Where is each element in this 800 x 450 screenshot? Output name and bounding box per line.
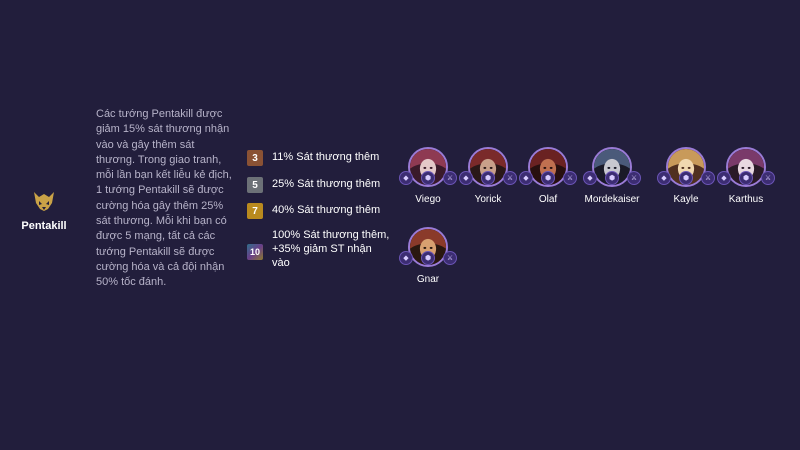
sword-icon[interactable]: ⚔ bbox=[701, 171, 715, 185]
champion-item-slots: ◆ ⬢ ⚔ bbox=[399, 171, 457, 185]
pentakill-helmet-icon bbox=[34, 192, 54, 211]
champion-name: Karthus bbox=[728, 194, 764, 205]
shield-icon[interactable]: ⬢ bbox=[679, 171, 693, 185]
champion-item-slots: ◆ ⬢ ⚔ bbox=[717, 171, 775, 185]
sword-icon[interactable]: ⚔ bbox=[627, 171, 641, 185]
trait-panel: Pentakill Các tướng Pentakill được giảm … bbox=[0, 0, 800, 450]
champion-card[interactable]: ◆ ⬢ ⚔ Kayle bbox=[654, 147, 718, 205]
rune-icon[interactable]: ◆ bbox=[657, 171, 671, 185]
champion-name: Viego bbox=[415, 194, 441, 205]
breakpoint-badge: 3 bbox=[247, 150, 263, 166]
shield-icon[interactable]: ⬢ bbox=[605, 171, 619, 185]
sword-icon[interactable]: ⚔ bbox=[443, 171, 457, 185]
breakpoint-3: 3 11% Sát thương thêm bbox=[247, 150, 392, 166]
champion-item-slots: ◆ ⬢ ⚔ bbox=[519, 171, 577, 185]
shield-icon[interactable]: ⬢ bbox=[421, 251, 435, 265]
champion-portrait-wrap: ◆ ⬢ ⚔ bbox=[657, 147, 715, 187]
champion-portrait-wrap: ◆ ⬢ ⚔ bbox=[399, 147, 457, 187]
sword-icon[interactable]: ⚔ bbox=[443, 251, 457, 265]
shield-icon[interactable]: ⬢ bbox=[541, 171, 555, 185]
champion-name: Kayle bbox=[673, 194, 699, 205]
champion-card[interactable]: ◆ ⬢ ⚔ Gnar bbox=[396, 227, 460, 285]
breakpoint-effect: 100% Sát thương thêm, +35% giảm ST nhận … bbox=[272, 229, 390, 269]
rune-icon[interactable]: ◆ bbox=[583, 171, 597, 185]
champion-portrait-wrap: ◆ ⬢ ⚔ bbox=[519, 147, 577, 187]
champion-name: Yorick bbox=[474, 194, 502, 205]
trait-description: Các tướng Pentakill được giảm 15% sát th… bbox=[96, 108, 232, 289]
champion-item-slots: ◆ ⬢ ⚔ bbox=[583, 171, 641, 185]
breakpoint-effect: 25% Sát thương thêm bbox=[272, 178, 381, 190]
breakpoint-effect: 40% Sát thương thêm bbox=[272, 204, 381, 216]
rune-icon[interactable]: ◆ bbox=[459, 171, 473, 185]
rune-icon[interactable]: ◆ bbox=[399, 251, 413, 265]
sword-icon[interactable]: ⚔ bbox=[761, 171, 775, 185]
champion-name: Mordekaiser bbox=[584, 194, 640, 205]
champion-name: Olaf bbox=[538, 194, 558, 205]
shield-icon[interactable]: ⬢ bbox=[481, 171, 495, 185]
champion-portrait-wrap: ◆ ⬢ ⚔ bbox=[717, 147, 775, 187]
breakpoint-effect: 11% Sát thương thêm bbox=[272, 151, 380, 163]
champion-name: Gnar bbox=[416, 274, 440, 285]
shield-icon[interactable]: ⬢ bbox=[739, 171, 753, 185]
champion-item-slots: ◆ ⬢ ⚔ bbox=[459, 171, 517, 185]
champion-portrait-wrap: ◆ ⬢ ⚔ bbox=[583, 147, 641, 187]
champion-card[interactable]: ◆ ⬢ ⚔ Karthus bbox=[714, 147, 778, 205]
champion-portrait-wrap: ◆ ⬢ ⚔ bbox=[459, 147, 517, 187]
breakpoint-7: 7 40% Sát thương thêm bbox=[247, 203, 392, 219]
champion-card[interactable]: ◆ ⬢ ⚔ Olaf bbox=[516, 147, 580, 205]
rune-icon[interactable]: ◆ bbox=[717, 171, 731, 185]
breakpoint-badge: 7 bbox=[247, 203, 263, 219]
champion-item-slots: ◆ ⬢ ⚔ bbox=[399, 251, 457, 265]
sword-icon[interactable]: ⚔ bbox=[563, 171, 577, 185]
champion-portrait-wrap: ◆ ⬢ ⚔ bbox=[399, 227, 457, 267]
champion-card[interactable]: ◆ ⬢ ⚔ Mordekaiser bbox=[580, 147, 644, 205]
champion-item-slots: ◆ ⬢ ⚔ bbox=[657, 171, 715, 185]
sword-icon[interactable]: ⚔ bbox=[503, 171, 517, 185]
champion-card[interactable]: ◆ ⬢ ⚔ Yorick bbox=[456, 147, 520, 205]
champion-card[interactable]: ◆ ⬢ ⚔ Viego bbox=[396, 147, 460, 205]
rune-icon[interactable]: ◆ bbox=[399, 171, 413, 185]
trait-name: Pentakill bbox=[21, 220, 67, 232]
trait-identity: Pentakill bbox=[14, 188, 74, 232]
rune-icon[interactable]: ◆ bbox=[519, 171, 533, 185]
breakpoint-5: 5 25% Sát thương thêm bbox=[247, 177, 392, 193]
shield-icon[interactable]: ⬢ bbox=[421, 171, 435, 185]
breakpoint-badge: 10 bbox=[247, 244, 263, 260]
breakpoint-badge: 5 bbox=[247, 177, 263, 193]
breakpoint-10: 10 100% Sát thương thêm, +35% giảm ST nh… bbox=[247, 228, 390, 270]
